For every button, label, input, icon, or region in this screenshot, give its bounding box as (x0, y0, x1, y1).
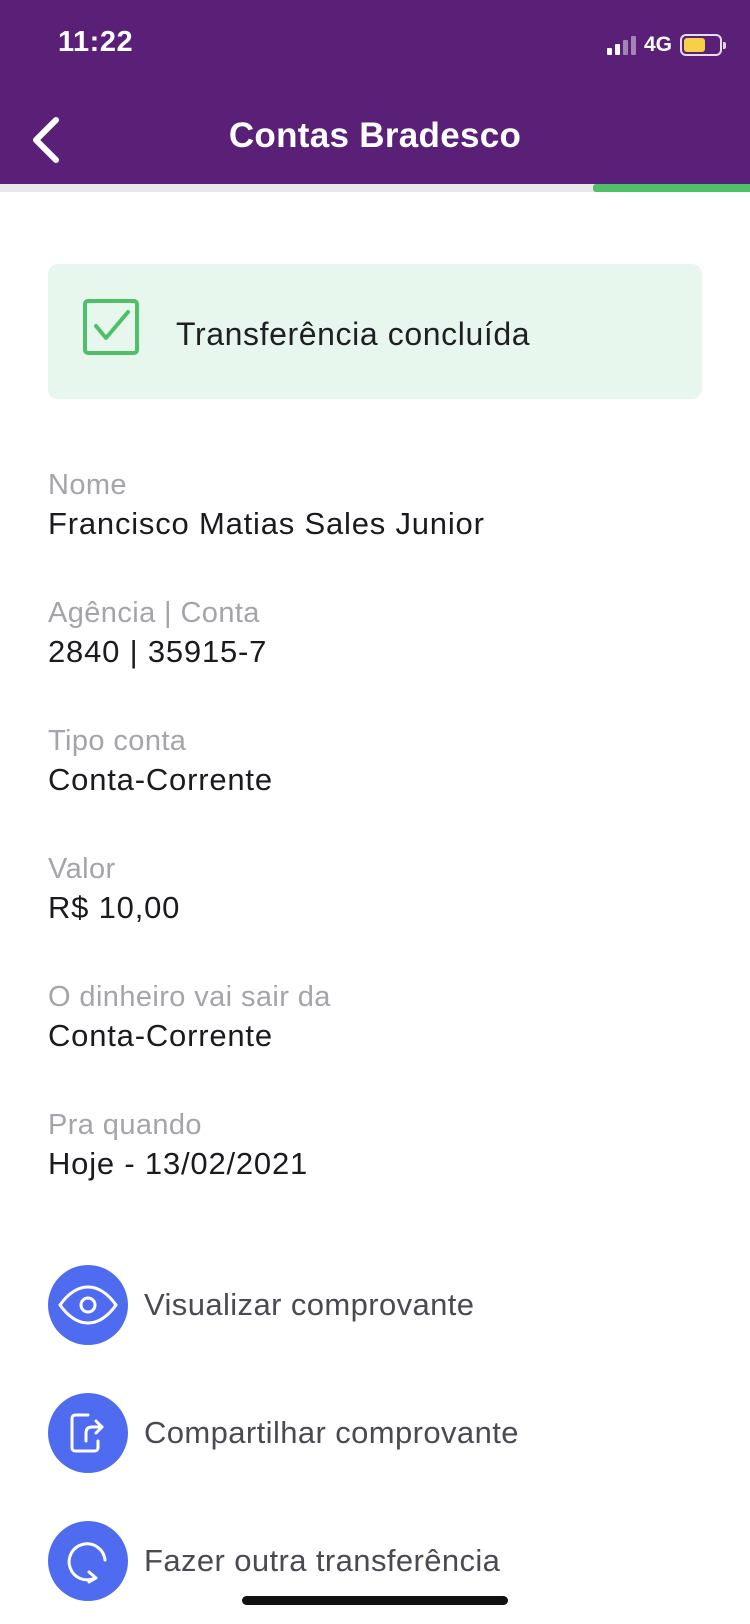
check-square-icon (83, 299, 139, 355)
field-value: Hoje - 13/02/2021 (48, 1146, 309, 1181)
status-time: 11:22 (58, 26, 134, 58)
share-icon (70, 1413, 104, 1453)
detail-source-account: O dinheiro vai sair da Conta-Corrente (48, 978, 708, 1056)
field-label: Valor (48, 853, 116, 885)
field-value: Francisco Matias Sales Junior (48, 506, 485, 541)
detail-account-type: Tipo conta Conta-Corrente (48, 722, 708, 800)
progress-bar (0, 184, 750, 192)
battery-level (684, 38, 706, 52)
field-label: Nome (48, 469, 127, 501)
progress-fill (592, 184, 750, 192)
field-label: Pra quando (48, 1109, 202, 1141)
share-receipt-button[interactable]: Compartilhar comprovante (48, 1393, 519, 1473)
field-label: Agência | Conta (48, 597, 260, 629)
network-type: 4G (643, 33, 672, 56)
view-receipt-button[interactable]: Visualizar comprovante (48, 1265, 474, 1345)
action-label: Compartilhar comprovante (144, 1415, 519, 1450)
field-value: Conta-Corrente (48, 1018, 273, 1053)
action-icon-circle (48, 1393, 128, 1473)
battery-icon (680, 34, 726, 56)
eye-icon (58, 1285, 118, 1325)
app-header: 11:22 4G Contas Bradesco (0, 0, 750, 184)
action-icon-circle (48, 1265, 128, 1345)
field-label: O dinheiro vai sair da (48, 981, 331, 1013)
detail-account: Agência | Conta 2840 | 35915-7 (48, 594, 708, 672)
refresh-icon (67, 1542, 107, 1584)
field-value: Conta-Corrente (48, 762, 273, 797)
new-transfer-button[interactable]: Fazer outra transferência (48, 1521, 500, 1601)
detail-name: Nome Francisco Matias Sales Junior (48, 466, 708, 544)
signal-icon (606, 35, 636, 55)
status-indicators: 4G (606, 30, 726, 60)
page-title: Contas Bradesco (228, 116, 522, 155)
detail-amount: Valor R$ 10,00 (48, 850, 708, 928)
action-icon-circle (48, 1521, 128, 1601)
detail-date: Pra quando Hoje - 13/02/2021 (48, 1106, 708, 1184)
home-indicator[interactable] (242, 1596, 508, 1605)
action-label: Fazer outra transferência (144, 1543, 501, 1578)
action-label: Visualizar comprovante (144, 1287, 475, 1322)
success-banner: Transferência concluída (48, 264, 702, 399)
field-label: Tipo conta (48, 725, 187, 757)
success-message: Transferência concluída (176, 316, 531, 352)
field-value: R$ 10,00 (48, 890, 181, 925)
field-value: 2840 | 35915-7 (48, 634, 268, 669)
